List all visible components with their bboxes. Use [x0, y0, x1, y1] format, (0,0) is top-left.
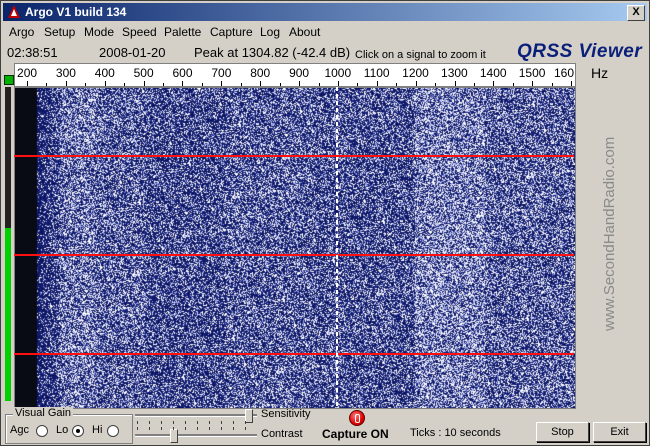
ticks-label: Ticks : 10 seconds [410, 427, 501, 439]
scale-tick [415, 81, 417, 86]
scale-tick [260, 81, 262, 86]
scale-tick-label: 1200 [402, 66, 429, 80]
scale-tick [124, 83, 126, 86]
sensitivity-ticks [137, 421, 255, 424]
agc-label: Agc [10, 424, 29, 436]
capture-record-icon [349, 410, 365, 426]
lo-radio[interactable] [72, 425, 84, 437]
hz-unit-label: Hz [591, 65, 609, 81]
menu-speed[interactable]: Speed [122, 25, 157, 39]
lo-label: Lo [56, 424, 69, 436]
scale-tick-label: 700 [211, 66, 232, 80]
time-divider-line [14, 155, 574, 157]
ticks-value: : 10 seconds [438, 427, 501, 439]
agc-radio[interactable] [36, 425, 48, 437]
level-indicator-led [4, 75, 14, 85]
scale-tick [454, 81, 456, 86]
scale-tick [571, 81, 573, 86]
menu-log[interactable]: Log [260, 25, 280, 39]
scale-tick-label: 1500 [518, 66, 546, 80]
watermark-text: www.SecondHandRadio.com [601, 136, 618, 331]
scale-tick [85, 83, 87, 86]
scale-tick-label: 400 [94, 66, 115, 80]
menu-mode[interactable]: Mode [84, 25, 114, 39]
app-icon [8, 5, 20, 18]
waterfall-display[interactable] [14, 87, 576, 409]
scale-tick [435, 83, 437, 86]
title-bar: Argo V1 build 134 X [3, 3, 647, 21]
menu-argo[interactable]: Argo [9, 25, 34, 39]
scale-tick-label: 500 [133, 66, 154, 80]
scale-tick-label: 1000 [324, 66, 352, 80]
close-button[interactable]: X [627, 5, 645, 21]
qrss-viewer-logo: QRSS Viewer [517, 41, 643, 62]
exit-button[interactable]: Exit [593, 422, 646, 442]
scale-tick [163, 83, 165, 86]
scale-tick-label: 900 [289, 66, 310, 80]
zoom-hint: Click on a signal to zoom it [355, 49, 486, 61]
contrast-ticks [137, 427, 255, 430]
signal-level-meter [5, 87, 11, 401]
scale-tick [46, 83, 48, 86]
contrast-slider-track[interactable] [135, 434, 257, 437]
scale-tick [299, 81, 301, 86]
scale-tick-label: 200 [17, 66, 38, 80]
menu-bar: Argo Setup Mode Speed Palette Capture Lo… [3, 22, 647, 41]
scale-tick-label: 300 [55, 66, 76, 80]
hi-radio[interactable] [107, 425, 119, 437]
menu-capture[interactable]: Capture [210, 25, 253, 39]
scale-tick [551, 83, 553, 86]
window-title: Argo V1 build 134 [25, 5, 127, 19]
scale-tick [493, 81, 495, 86]
capture-status: Capture ON [322, 427, 389, 441]
scale-tick [396, 83, 398, 86]
scale-tick [65, 81, 67, 86]
scale-tick-label: 1300 [441, 66, 468, 80]
stop-button[interactable]: Stop [536, 422, 589, 442]
menu-setup[interactable]: Setup [44, 25, 75, 39]
scale-tick-label: 1400 [479, 66, 507, 80]
contrast-slider-thumb[interactable] [169, 429, 178, 443]
sensitivity-label: Sensitivity [261, 408, 311, 420]
frequency-scale[interactable]: 200 300 400 500 600 700 800 900 1000 1100 1200 1300… [14, 63, 576, 87]
contrast-label: Contrast [261, 428, 303, 440]
scale-tick [376, 81, 378, 86]
time-divider-line [14, 353, 574, 355]
scale-tick-label: 1100 [363, 66, 390, 80]
scale-tick [240, 83, 242, 86]
scale-tick-label: 600 [172, 66, 193, 80]
visual-gain-label: Visual Gain [13, 407, 74, 419]
scale-tick [473, 83, 475, 86]
menu-palette[interactable]: Palette [164, 25, 201, 39]
scale-tick [279, 83, 281, 86]
visual-gain-group: Visual Gain Agc Lo Hi [5, 407, 133, 444]
scale-tick [104, 81, 106, 86]
scale-tick [512, 83, 514, 86]
peak-readout: Peak at 1304.82 (-42.4 dB) [194, 45, 351, 60]
scale-tick [221, 81, 223, 86]
clock-time: 02:38:51 [7, 45, 58, 60]
app-window: Argo V1 build 134 X Argo Setup Mode Spee… [0, 0, 650, 446]
waterfall-canvas[interactable] [15, 88, 575, 408]
scale-tick-label: 160 [554, 66, 575, 80]
scale-tick-label: 800 [250, 66, 271, 80]
scale-tick [532, 81, 534, 86]
hi-label: Hi [92, 424, 103, 436]
ticks-caption: Ticks [410, 427, 436, 439]
signal-level-fill [5, 228, 11, 401]
capture-date: 2008-01-20 [99, 45, 166, 60]
scale-tick [318, 83, 320, 86]
scale-tick [182, 81, 184, 86]
scale-tick [337, 81, 339, 86]
sensitivity-slider-track[interactable] [135, 414, 257, 417]
scale-tick [357, 83, 359, 86]
scale-tick [201, 83, 203, 86]
time-divider-line [14, 254, 574, 256]
frequency-marker-line [335, 87, 338, 407]
menu-about[interactable]: About [289, 25, 320, 39]
scale-tick [143, 81, 145, 86]
scale-tick [27, 81, 29, 86]
